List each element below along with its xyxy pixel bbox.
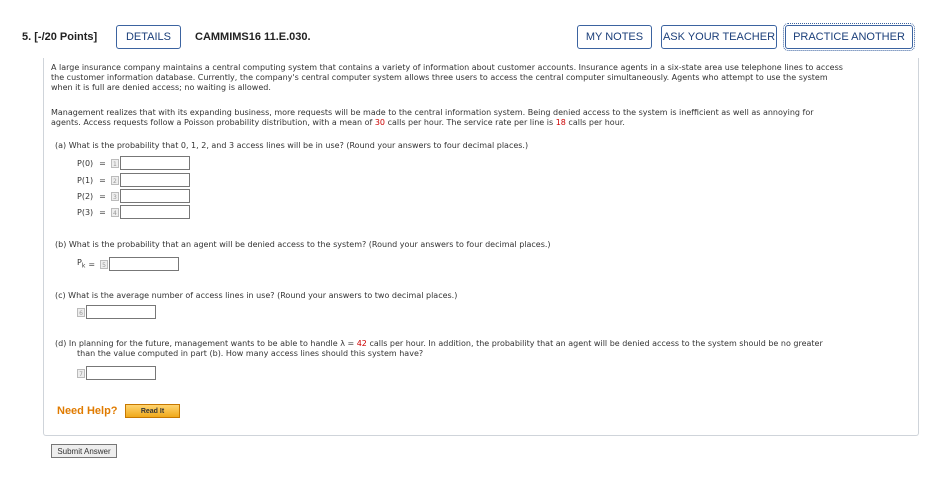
answer-number-badge: 4: [110, 207, 119, 217]
answer-number-badge: 3: [110, 191, 119, 201]
intro-line: A large insurance company maintains a ce…: [51, 63, 843, 72]
intro-line: when it is full are denied access; no wa…: [51, 83, 271, 92]
intro-line: the customer information database. Curre…: [51, 73, 828, 82]
service-rate-value: 18: [555, 118, 566, 127]
p3-answer-input[interactable]: [119, 205, 190, 219]
need-help-label: Need Help?: [57, 405, 118, 417]
equals-sign: =: [99, 175, 106, 185]
answer-number-badge: 7: [77, 368, 85, 378]
part-d-question-line2: than the value computed in part (b). How…: [77, 349, 424, 358]
part-c-answer-row: 6: [77, 305, 156, 319]
pk-answer-input[interactable]: [109, 257, 180, 271]
p3-label: P(3): [77, 207, 94, 217]
practice-another-button[interactable]: PRACTICE ANOTHER: [783, 23, 915, 51]
part-d-question: (d) In planning for the future, manageme…: [55, 339, 823, 348]
my-notes-button[interactable]: MY NOTES: [577, 25, 652, 49]
management-line: agents. Access requests follow a Poisson…: [51, 118, 625, 127]
management-line: Management realizes that with its expand…: [51, 108, 814, 117]
equals-sign: =: [99, 191, 106, 201]
details-button[interactable]: DETAILS: [116, 25, 181, 49]
pk-label: Pk: [77, 258, 86, 270]
question-header: 5. [-/20 Points] DETAILS CAMMIMS16 11.E.…: [0, 0, 930, 58]
part-c-answer-input[interactable]: [86, 305, 156, 319]
p0-label: P(0): [77, 158, 94, 168]
lambda-value: 42: [356, 339, 367, 348]
equals-sign: =: [99, 158, 106, 168]
part-d-answer-input[interactable]: [86, 366, 156, 380]
answer-number-badge: 1: [110, 158, 119, 168]
part-d-answer-row: 7: [77, 366, 156, 380]
answer-number-badge: 5: [100, 259, 109, 269]
p1-row: P(1) = 2: [77, 173, 190, 187]
p1-answer-input[interactable]: [119, 173, 190, 187]
p1-label: P(1): [77, 175, 94, 185]
question-code: CAMMIMS16 11.E.030.: [195, 31, 311, 43]
p0-answer-input[interactable]: [119, 156, 190, 170]
pk-row: Pk = 5: [77, 257, 180, 271]
mean-calls-value: 30: [374, 118, 386, 127]
equals-sign: =: [99, 207, 106, 217]
part-b-question: (b) What is the probability that an agen…: [55, 240, 551, 249]
submit-answer-button[interactable]: Submit Answer: [51, 444, 117, 458]
answer-number-badge: 6: [77, 307, 85, 317]
question-number: 5. [-/20 Points]: [22, 31, 98, 43]
read-it-button[interactable]: Read It: [125, 404, 180, 418]
p0-row: P(0) = 1: [77, 156, 190, 170]
part-c-question: (c) What is the average number of access…: [55, 291, 458, 300]
equals-sign: =: [88, 259, 96, 269]
p2-label: P(2): [77, 191, 94, 201]
p2-answer-input[interactable]: [119, 189, 190, 203]
p3-row: P(3) = 4: [77, 205, 190, 219]
p2-row: P(2) = 3: [77, 189, 190, 203]
ask-teacher-button[interactable]: ASK YOUR TEACHER: [661, 25, 777, 49]
answer-number-badge: 2: [110, 175, 119, 185]
part-a-question: (a) What is the probability that 0, 1, 2…: [55, 141, 529, 150]
